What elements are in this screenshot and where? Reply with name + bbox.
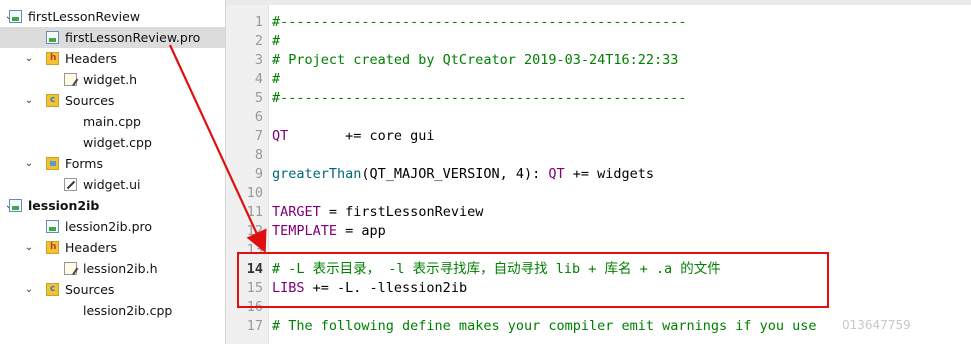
code-token: += widgets: [564, 166, 655, 182]
header-file-icon: [64, 262, 77, 275]
code-token: greaterThan: [272, 166, 362, 182]
tree-item-label: widget.h: [83, 72, 138, 87]
code-token: # The following define makes your compil…: [272, 318, 817, 334]
code-token: #---------------------------------------…: [272, 90, 687, 106]
project-tree[interactable]: ⌄firstLessonReviewfirstLessonReview.pro⌄…: [0, 0, 226, 344]
collapse-arrow-icon[interactable]: ⌄: [23, 153, 35, 174]
pro-file-icon: [46, 220, 59, 233]
line-number: 8: [254, 147, 263, 163]
code-token: #---------------------------------------…: [272, 14, 687, 30]
pro-icon: [9, 199, 22, 212]
tree-item-label: widget.ui: [83, 177, 141, 192]
tree-item-label: Headers: [65, 240, 118, 255]
tree-item[interactable]: widget.cpp: [0, 132, 225, 153]
tree-item[interactable]: ⌄firstLessonReview: [0, 6, 225, 27]
tree-item-label: lession2ib.cpp: [83, 303, 173, 318]
line-number: 2: [254, 33, 263, 49]
tree-item-label: lession2ib.h: [83, 261, 158, 276]
sources-folder-icon: [46, 90, 59, 111]
code-token: #: [272, 33, 281, 49]
tree-item[interactable]: ⌄ Headers: [0, 48, 225, 69]
tree-item[interactable]: lession2ib.h: [0, 258, 225, 279]
tree-item-label: Sources: [65, 282, 115, 297]
tree-item[interactable]: ⌄ Sources: [0, 90, 225, 111]
tree-item[interactable]: widget.h: [0, 69, 225, 90]
code-token: TEMPLATE: [272, 223, 338, 239]
forms-folder-icon: [46, 157, 59, 170]
line-number: 10: [246, 185, 263, 201]
code-token: QT: [548, 166, 565, 182]
code-line[interactable]: #: [272, 70, 280, 89]
collapse-arrow-icon[interactable]: ⌄: [23, 279, 35, 300]
line-number: 17: [246, 318, 263, 334]
code-token: # Project created by QtCreator 2019-03-2…: [272, 52, 679, 68]
tree-item-label: lession2ib.pro: [65, 219, 153, 234]
highlight-annotation-box: [237, 252, 829, 308]
code-token: = firstLessonReview: [320, 204, 484, 220]
line-number: 3: [254, 52, 263, 68]
code-token: TARGET: [272, 204, 321, 220]
tree-item[interactable]: main.cpp: [0, 111, 225, 132]
tree-item[interactable]: lession2ib.cpp: [0, 300, 225, 321]
code-token: = app: [337, 223, 386, 239]
tree-item[interactable]: lession2ib.pro: [0, 216, 225, 237]
collapse-arrow-icon[interactable]: ⌄: [23, 48, 35, 69]
line-number: 5: [254, 90, 263, 106]
pro-file-icon: [46, 31, 59, 44]
code-line[interactable]: TARGET = firstLessonReview: [272, 203, 483, 222]
header-file-icon: [64, 73, 77, 86]
tree-item[interactable]: widget.ui: [0, 174, 225, 195]
collapse-arrow-icon[interactable]: ⌄: [23, 237, 35, 258]
tree-item[interactable]: ⌄lession2ib: [0, 195, 225, 216]
code-line[interactable]: TEMPLATE = app: [272, 222, 386, 241]
code-token: (QT_MAJOR_VERSION, 4):: [361, 166, 549, 182]
code-line[interactable]: # Project created by QtCreator 2019-03-2…: [272, 51, 678, 70]
watermark-text: 013647759: [842, 318, 911, 332]
code-line[interactable]: #---------------------------------------…: [272, 89, 687, 108]
code-line[interactable]: # The following define makes your compil…: [272, 317, 817, 336]
tree-item-label: firstLessonReview: [28, 9, 141, 24]
tree-item-label: lession2ib: [28, 198, 100, 213]
headers-folder-icon: [46, 237, 59, 258]
ui-file-icon: [64, 178, 77, 191]
sources-folder-icon: [46, 279, 59, 300]
tree-item-label: Headers: [65, 51, 118, 66]
line-number: 9: [254, 166, 263, 182]
line-number: 6: [254, 109, 263, 125]
code-token: #: [272, 71, 281, 87]
code-line[interactable]: QT += core gui: [272, 127, 435, 146]
tree-item[interactable]: ⌄ Forms: [0, 153, 225, 174]
line-number: 11: [246, 204, 263, 220]
tree-item[interactable]: firstLessonReview.pro: [0, 27, 225, 48]
code-token: QT: [272, 128, 289, 144]
line-number: 7: [254, 128, 263, 144]
code-line[interactable]: greaterThan(QT_MAJOR_VERSION, 4): QT += …: [272, 165, 654, 184]
tree-item[interactable]: ⌄ Headers: [0, 237, 225, 258]
tree-item-label: firstLessonReview.pro: [65, 30, 201, 45]
code-line[interactable]: #: [272, 32, 280, 51]
tree-item-label: Sources: [65, 93, 115, 108]
headers-folder-icon: [46, 48, 59, 69]
tree-item-label: widget.cpp: [83, 135, 152, 150]
tree-item-label: Forms: [65, 156, 104, 171]
line-number: 4: [254, 71, 263, 87]
tree-item[interactable]: ⌄ Sources: [0, 279, 225, 300]
code-line[interactable]: #---------------------------------------…: [272, 13, 687, 32]
pro-icon: [9, 10, 22, 23]
tree-item-label: main.cpp: [83, 114, 141, 129]
collapse-arrow-icon[interactable]: ⌄: [23, 90, 35, 111]
line-number: 12: [246, 223, 263, 239]
code-token: += core gui: [288, 128, 435, 144]
line-number: 1: [254, 14, 263, 30]
